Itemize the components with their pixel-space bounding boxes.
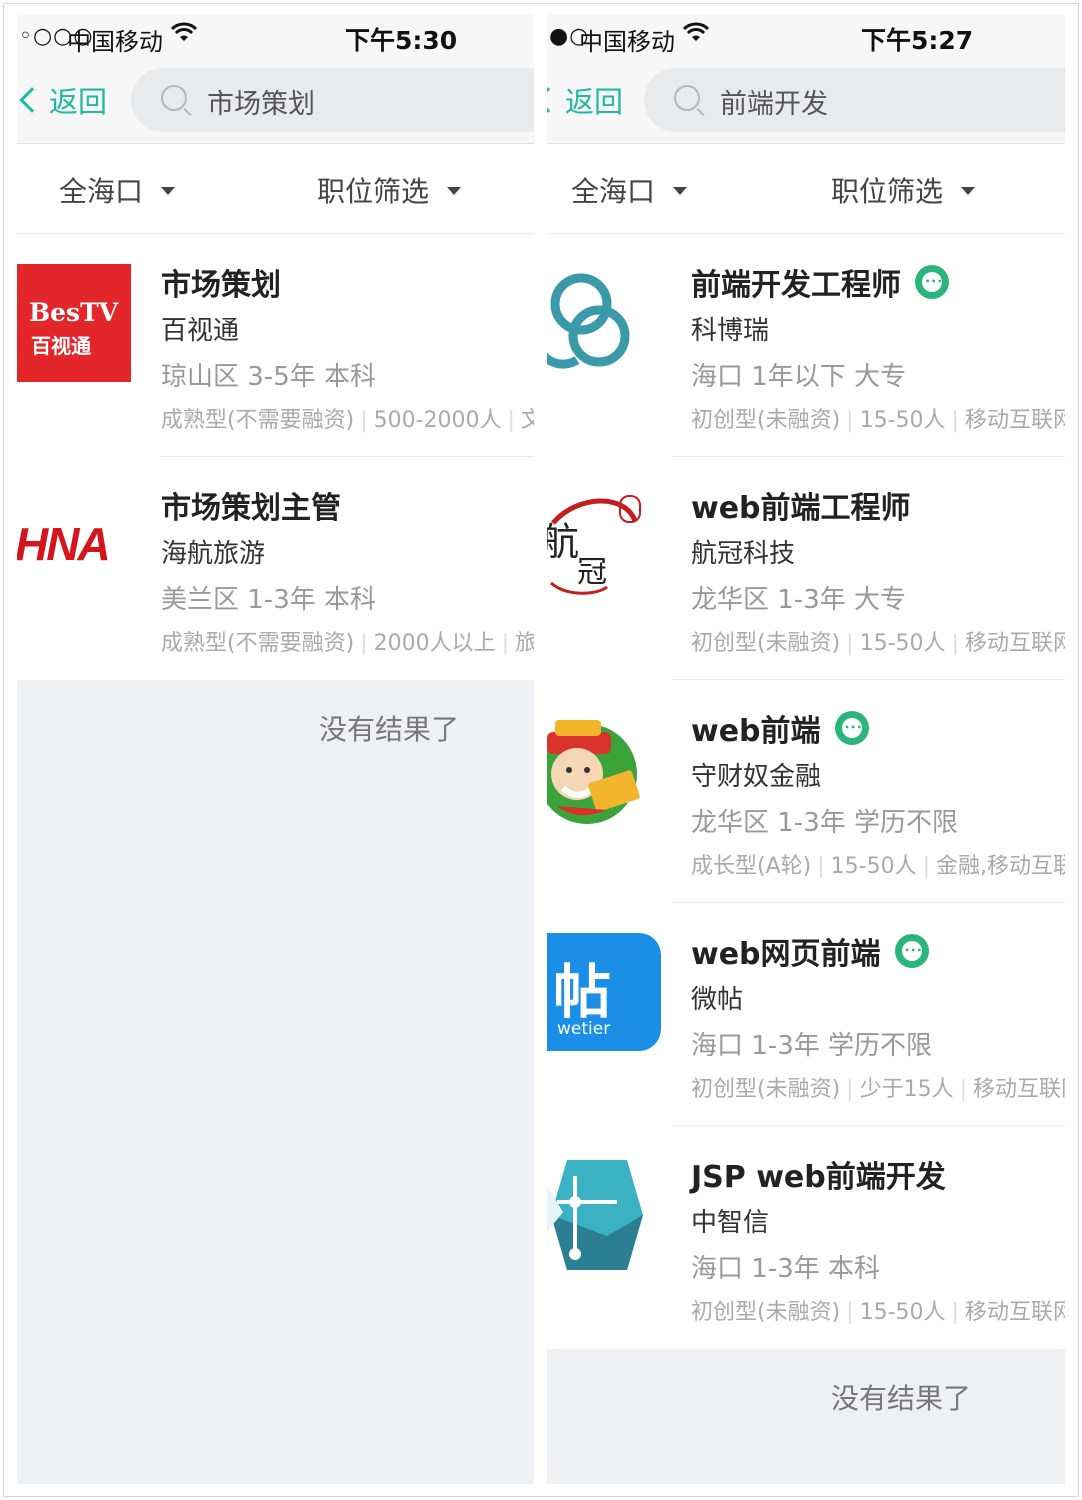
cloud-logo-icon [547, 264, 661, 382]
right-phone-screen: ●○ 中国移动 下午5:27 返回 前端开发 全海口 职位筛选 前端开发工程师 … [547, 14, 1065, 1484]
job-title: 市场策划 [161, 268, 281, 303]
location-filter-label: 全海口 [59, 175, 144, 208]
company-info: 成长型(A轮)|15-50人|金融,移动互联网 [691, 854, 1065, 879]
wifi-icon [682, 22, 710, 50]
company-name: 百视通 [161, 316, 240, 346]
carrier-label: 中国移动 [579, 28, 675, 56]
company-logo-hna: HNA [17, 518, 111, 570]
company-logo-wetier: 帖 wetier [547, 933, 661, 1051]
job-list-item[interactable]: 前端开发工程师 ••• 科博瑞 海口 1年以下 大专 初创型(未融资) | 15-5… [547, 234, 1065, 457]
no-more-results-text: 没有结果了 [319, 713, 460, 746]
company-info: 初创型(未融资) | 15-50人 | 移动互联网 [691, 631, 1065, 656]
back-chevron-icon [19, 87, 45, 113]
status-bar: ●○ 中国移动 下午5:27 [547, 14, 1065, 60]
position-filter-label: 职位筛选 [317, 175, 430, 208]
search-query: 前端开发 [720, 89, 828, 120]
job-list-item[interactable]: JSP web前端开发 中智信 海口 1-3年 本科 初创型(未融资) | 15-5… [547, 1126, 1065, 1349]
left-phone-screen: ◦○○○ 中国移动 下午5:30 返回 市场策划 全海口 职位筛选 BesTV [17, 14, 534, 1484]
company-name: 守财奴金融 [691, 762, 822, 792]
company-logo-hangguan: 航 冠 [547, 487, 661, 605]
job-meta: 龙华区 1-3年 学历不限 [691, 808, 958, 838]
location-filter-dropdown[interactable]: 全海口 [571, 170, 688, 210]
job-list: BesTV 百视通 市场策划 百视通 琼山区 3-5年 本科 成熟型(不需要融资… [17, 234, 534, 680]
job-meta: 琼山区 3-5年 本科 [161, 362, 376, 392]
company-info: 初创型(未融资) | 15-50人 | 移动互联网 [691, 408, 1065, 433]
position-filter-dropdown[interactable]: 职位筛选 [831, 170, 976, 210]
company-info: 成熟型(不需要融资)|500-2000人|文化传媒 [161, 408, 534, 433]
job-meta: 美兰区 1-3年 本科 [161, 585, 376, 615]
position-filter-dropdown[interactable]: 职位筛选 [317, 170, 462, 210]
no-more-results: 没有结果了 [17, 680, 534, 1484]
location-filter-dropdown[interactable]: 全海口 [59, 170, 176, 210]
caret-down-icon [673, 187, 688, 195]
back-label: 返回 [565, 85, 624, 119]
clock-time: 下午5:30 [345, 26, 458, 55]
job-title: 市场策划主管 [161, 491, 341, 526]
job-list-item[interactable]: 帖 wetier web网页前端 ••• 微帖 海口 1-3年 学历不限 初创型… [547, 903, 1065, 1126]
search-query: 市场策划 [207, 89, 315, 120]
company-info: 初创型(未融资) | 15-50人 | 移动互联网 [691, 1300, 1065, 1325]
carrier-label: 中国移动 [67, 28, 163, 56]
job-list-item[interactable]: HNA 市场策划主管 海航旅游 美兰区 1-3年 本科 成熟型(不需要融资) | 2… [17, 457, 534, 680]
company-name: 航冠科技 [691, 539, 796, 569]
company-name: 微帖 [691, 985, 744, 1015]
job-title: 前端开发工程师 ••• [691, 260, 949, 304]
company-name: 科博瑞 [691, 316, 770, 346]
back-label: 返回 [49, 85, 108, 119]
caret-down-icon [961, 187, 976, 195]
job-meta: 龙华区 1-3年 大专 [691, 585, 906, 615]
job-list-item[interactable]: web前端 ••• 守财奴金融 龙华区 1-3年 学历不限 成长型(A轮) | 15… [547, 680, 1065, 903]
search-icon [161, 85, 187, 111]
seal-stamp-icon [619, 495, 641, 523]
search-input[interactable]: 市场策划 [131, 68, 534, 132]
job-meta: 海口 1-3年 本科 [691, 1254, 880, 1284]
company-name: 海航旅游 [161, 539, 266, 569]
chat-bubble-icon: ••• [915, 265, 949, 299]
location-filter-label: 全海口 [571, 175, 656, 208]
job-title: JSP web前端开发 [691, 1160, 946, 1195]
clock-time: 下午5:27 [861, 26, 974, 55]
back-button[interactable]: 返回 [547, 78, 623, 122]
wifi-icon [170, 22, 198, 50]
job-list-item[interactable]: BesTV 百视通 市场策划 百视通 琼山区 3-5年 本科 成熟型(不需要融资… [17, 234, 534, 457]
company-info: 初创型(未融资)|少于15人|移动互联网 [691, 1077, 1065, 1102]
filter-bar: 全海口 职位筛选 [547, 144, 1065, 234]
search-icon [674, 85, 700, 111]
caret-down-icon [161, 187, 176, 195]
job-title: web前端工程师 [691, 491, 911, 526]
hexagon-logo-icon [547, 1156, 661, 1274]
job-title: web网页前端 ••• [691, 929, 929, 973]
job-title: web前端 ••• [691, 706, 869, 750]
position-filter-label: 职位筛选 [831, 175, 944, 208]
company-logo-bestv: BesTV 百视通 [17, 264, 131, 382]
navigation-bar: 返回 前端开发 [547, 60, 1065, 144]
chat-bubble-icon: ••• [834, 711, 869, 745]
company-info: 成熟型(不需要融资)|2000人以上|旅游 [161, 631, 534, 656]
job-meta: 海口 1年以下 大专 [691, 362, 907, 392]
chat-bubble-icon: ••• [894, 934, 929, 968]
filter-bar: 全海口 职位筛选 [17, 144, 534, 234]
cartoon-mascot-icon [547, 710, 661, 828]
job-list: 前端开发工程师 ••• 科博瑞 海口 1年以下 大专 初创型(未融资) | 15-5… [547, 234, 1065, 1349]
caret-down-icon [447, 187, 462, 195]
navigation-bar: 返回 市场策划 [17, 60, 534, 144]
job-list-item[interactable]: 航 冠 web前端工程师 航冠科技 龙华区 1-3年 大专 初创型(未融资) | 1… [547, 457, 1065, 680]
back-chevron-icon [547, 87, 561, 113]
status-bar: ◦○○○ 中国移动 下午5:30 [17, 14, 534, 60]
search-input[interactable]: 前端开发 [644, 68, 1065, 132]
back-button[interactable]: 返回 [17, 78, 107, 122]
job-meta: 海口 1-3年 学历不限 [691, 1031, 932, 1061]
no-more-results-text: 没有结果了 [831, 1382, 972, 1415]
company-name: 中智信 [691, 1208, 770, 1238]
no-more-results: 没有结果了 [547, 1349, 1065, 1484]
